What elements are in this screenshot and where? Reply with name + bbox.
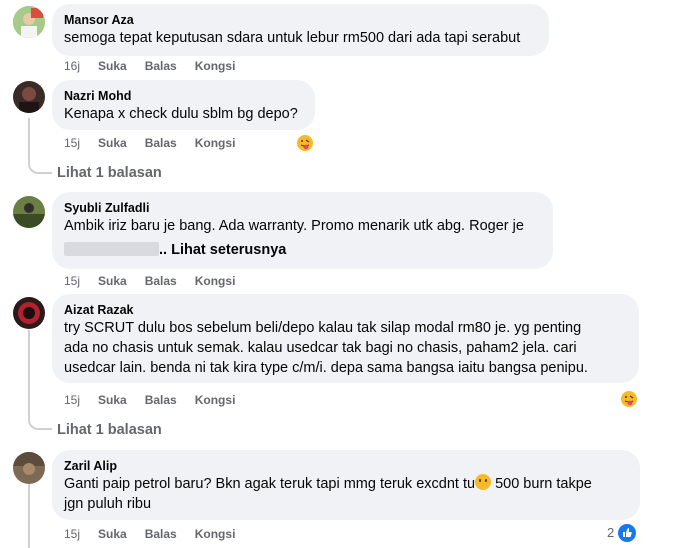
comment-text: try SCRUT dulu bos sebelum beli/depo kal…: [64, 320, 582, 336]
timestamp[interactable]: 15j: [64, 135, 80, 151]
like-button[interactable]: Suka: [98, 273, 127, 289]
commenter-name[interactable]: Zaril Alip: [64, 458, 628, 474]
avatar-image: [13, 452, 45, 484]
blurred-text: [64, 242, 159, 256]
avatar-image: [13, 297, 45, 329]
share-button[interactable]: Kongsi: [195, 273, 236, 289]
commenter-name[interactable]: Nazri Mohd: [64, 88, 303, 104]
comment-text-part: 500 burn takpe: [491, 476, 592, 492]
avatar[interactable]: [13, 297, 45, 329]
thread-line: [28, 484, 30, 548]
comment-actions: 15j Suka Balas Kongsi: [64, 392, 253, 408]
comment-bubble: Mansor Aza semoga tepat keputusan sdara …: [52, 4, 549, 56]
share-button[interactable]: Kongsi: [195, 135, 236, 151]
like-button[interactable]: Suka: [98, 392, 127, 408]
share-button[interactable]: Kongsi: [195, 392, 236, 408]
comment-actions: 15j Suka Balas Kongsi: [64, 273, 253, 289]
comment-actions: 15j Suka Balas Kongsi: [64, 135, 253, 151]
thread-connector: [28, 416, 52, 430]
reply-button[interactable]: Balas: [145, 526, 177, 542]
timestamp[interactable]: 15j: [64, 392, 80, 408]
reaction-count[interactable]: 2: [607, 525, 614, 540]
comment-bubble: Syubli Zulfadli Ambik iriz baru je bang.…: [52, 192, 553, 269]
comment-text: jgn puluh ribu: [64, 496, 152, 512]
reply-button[interactable]: Balas: [145, 135, 177, 151]
tongue-face-emoji-icon[interactable]: [620, 390, 638, 408]
thread-line: [28, 118, 30, 160]
reply-button[interactable]: Balas: [145, 392, 177, 408]
comment-text: ada no chasis untuk semak. kalau usedcar…: [64, 340, 577, 356]
comment-bubble: Aizat Razak try SCRUT dulu bos sebelum b…: [52, 294, 639, 383]
avatar-image: [13, 6, 45, 38]
comment-text: Kenapa x check dulu sblm bg depo?: [64, 106, 298, 122]
avatar[interactable]: [13, 196, 45, 228]
share-button[interactable]: Kongsi: [195, 58, 236, 74]
see-more-link[interactable]: .. Lihat seterusnya: [159, 242, 286, 258]
see-more-label[interactable]: Lihat seterusnya: [171, 242, 286, 258]
commenter-name[interactable]: Mansor Aza: [64, 12, 537, 28]
like-button[interactable]: Suka: [98, 135, 127, 151]
timestamp[interactable]: 16j: [64, 58, 80, 74]
thread-line: [28, 330, 30, 416]
comment-text: Ganti paip petrol baru? Bkn agak teruk t…: [64, 474, 628, 494]
comment-text: usedcar lain. benda ni tak kira type c/m…: [64, 360, 588, 376]
timestamp[interactable]: 15j: [64, 526, 80, 542]
like-button[interactable]: Suka: [98, 526, 127, 542]
commenter-name[interactable]: Syubli Zulfadli: [64, 200, 541, 216]
avatar[interactable]: [13, 452, 45, 484]
comment-text-part: Ganti paip petrol baru? Bkn agak teruk t…: [64, 476, 476, 492]
reply-button[interactable]: Balas: [145, 58, 177, 74]
comment-actions: 15j Suka Balas Kongsi: [64, 526, 253, 542]
share-button[interactable]: Kongsi: [195, 526, 236, 542]
view-replies-link[interactable]: Lihat 1 balasan: [57, 164, 162, 182]
avatar[interactable]: [13, 81, 45, 113]
comment-actions: 16j Suka Balas Kongsi: [64, 58, 253, 74]
view-replies-link[interactable]: Lihat 1 balasan: [57, 421, 162, 439]
comment-text: semoga tepat keputusan sdara untuk lebur…: [64, 30, 521, 46]
comment-bubble: Zaril Alip Ganti paip petrol baru? Bkn a…: [52, 450, 640, 520]
tongue-face-emoji-icon[interactable]: [296, 134, 314, 152]
grinning-face-emoji-icon: [475, 474, 492, 490]
avatar-image: [13, 196, 45, 228]
avatar[interactable]: [13, 6, 45, 38]
reply-button[interactable]: Balas: [145, 273, 177, 289]
thread-connector: [28, 160, 52, 174]
like-icon[interactable]: [617, 523, 637, 543]
avatar-image: [13, 81, 45, 113]
timestamp[interactable]: 15j: [64, 273, 80, 289]
comment-text: Ambik iriz baru je bang. Ada warranty. P…: [64, 218, 524, 234]
commenter-name[interactable]: Aizat Razak: [64, 302, 627, 318]
comment-text-continued: .. Lihat seterusnya: [64, 240, 541, 260]
comment-bubble: Nazri Mohd Kenapa x check dulu sblm bg d…: [52, 80, 315, 130]
like-button[interactable]: Suka: [98, 58, 127, 74]
